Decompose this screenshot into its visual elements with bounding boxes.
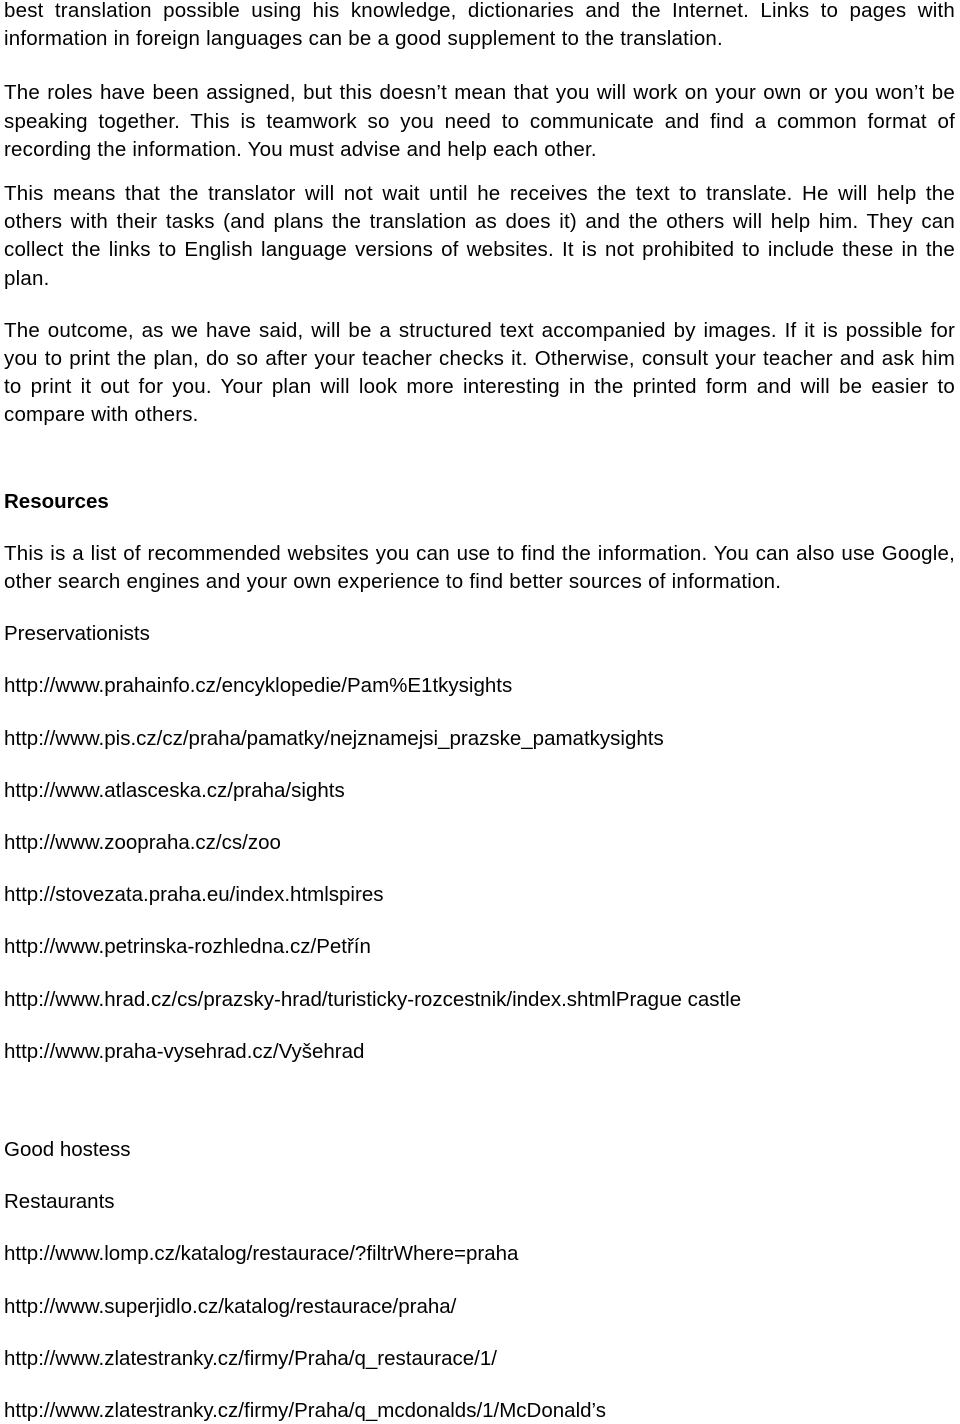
resource-link-row[interactable]: http://www.hrad.cz/cs/prazsky-hrad/turis… — [4, 986, 955, 1014]
resource-url[interactable]: http://www.zlatestranky.cz/firmy/Praha/q… — [4, 1347, 497, 1370]
resource-link-row[interactable]: http://www.zoopraha.cz/cs/ zoo — [4, 829, 955, 857]
resource-url[interactable]: http://www.prahainfo.cz/encyklopedie/Pam… — [4, 674, 459, 697]
resource-label: zoo — [247, 831, 281, 855]
resource-url[interactable]: http://stovezata.praha.eu/index.html — [4, 883, 329, 906]
resource-label: Petřín — [316, 935, 371, 959]
paragraph-outcome-printing: The outcome, as we have said, will be a … — [4, 318, 955, 427]
link-gap — [4, 1321, 955, 1345]
resource-link-row[interactable]: http://www.superjidlo.cz/katalog/restaur… — [4, 1293, 955, 1321]
paragraph-translator-teamwork: This means that the translator will not … — [4, 182, 955, 290]
resource-url[interactable]: http://www.atlasceska.cz/praha/ — [4, 779, 291, 802]
section-title-good-hostess: Good hostess — [4, 1138, 131, 1162]
link-gap — [4, 962, 955, 986]
link-gap — [4, 753, 955, 777]
resource-link-row[interactable]: http://www.zlatestranky.cz/firmy/Praha/q… — [4, 1345, 955, 1373]
link-gap — [4, 805, 955, 829]
link-gap — [4, 1014, 955, 1038]
resource-label: Prague castle — [615, 987, 742, 1011]
resource-label: McDonald’s — [499, 1399, 606, 1423]
paragraph-roles-assigned: The roles have been assigned, but this d… — [4, 81, 955, 161]
resource-url[interactable]: http://www.zoopraha.cz/cs/ — [4, 831, 248, 854]
resource-link-row[interactable]: http://www.prahainfo.cz/encyklopedie/Pam… — [4, 672, 955, 700]
resource-label: sights — [291, 778, 345, 802]
resource-link-row[interactable]: http://stovezata.praha.eu/index.html spi… — [4, 881, 955, 909]
link-gap — [4, 857, 955, 881]
resource-link-row[interactable]: http://www.praha-vysehrad.cz/ Vyšehrad — [4, 1038, 955, 1066]
resource-link-row[interactable]: http://www.petrinska-rozhledna.cz/ Petří… — [4, 933, 955, 961]
resource-url[interactable]: http://www.hrad.cz/cs/prazsky-hrad/turis… — [4, 988, 616, 1011]
list-gap — [4, 1216, 955, 1240]
link-gap — [4, 909, 955, 933]
section-subtitle-restaurants: Restaurants — [4, 1190, 115, 1214]
resource-label: Vyšehrad — [278, 1039, 365, 1063]
resource-label: spires — [328, 883, 384, 907]
subheading-gap — [4, 596, 955, 620]
link-gap — [4, 701, 955, 725]
heading-gap — [4, 516, 955, 540]
resource-url[interactable]: http://www.superjidlo.cz/katalog/restaur… — [4, 1295, 456, 1318]
link-gap — [4, 1373, 955, 1397]
resource-url[interactable]: http://www.zlatestranky.cz/firmy/Praha/q… — [4, 1399, 499, 1422]
resources-heading: Resources — [4, 489, 109, 513]
resource-url[interactable]: http://www.praha-vysehrad.cz/ — [4, 1040, 279, 1063]
list-gap — [4, 648, 955, 672]
resources-intro-text: This is a list of recommended websites y… — [4, 541, 955, 594]
subheading-gap — [4, 1164, 955, 1188]
link-gap — [4, 1269, 955, 1293]
resource-label: sights — [458, 674, 513, 698]
resource-link-row[interactable]: http://www.pis.cz/cz/praha/pamatky/nejzn… — [4, 725, 955, 753]
resource-link-row[interactable]: http://www.lomp.cz/katalog/restaurace/?f… — [4, 1240, 955, 1268]
resource-url[interactable]: http://www.lomp.cz/katalog/restaurace/?f… — [4, 1242, 518, 1265]
resource-url[interactable]: http://www.pis.cz/cz/praha/pamatky/nejzn… — [4, 727, 610, 750]
resource-url[interactable]: http://www.petrinska-rozhledna.cz/ — [4, 935, 316, 958]
section-title-preservationists: Preservationists — [4, 622, 150, 646]
paragraph-translation-tools: best translation possible using his know… — [4, 0, 955, 51]
resource-link-row[interactable]: http://www.zlatestranky.cz/firmy/Praha/q… — [4, 1397, 955, 1424]
resource-label: sights — [610, 726, 664, 750]
document-page: best translation possible using his know… — [0, 0, 960, 1424]
resource-link-row[interactable]: http://www.atlasceska.cz/praha/ sights — [4, 777, 955, 805]
